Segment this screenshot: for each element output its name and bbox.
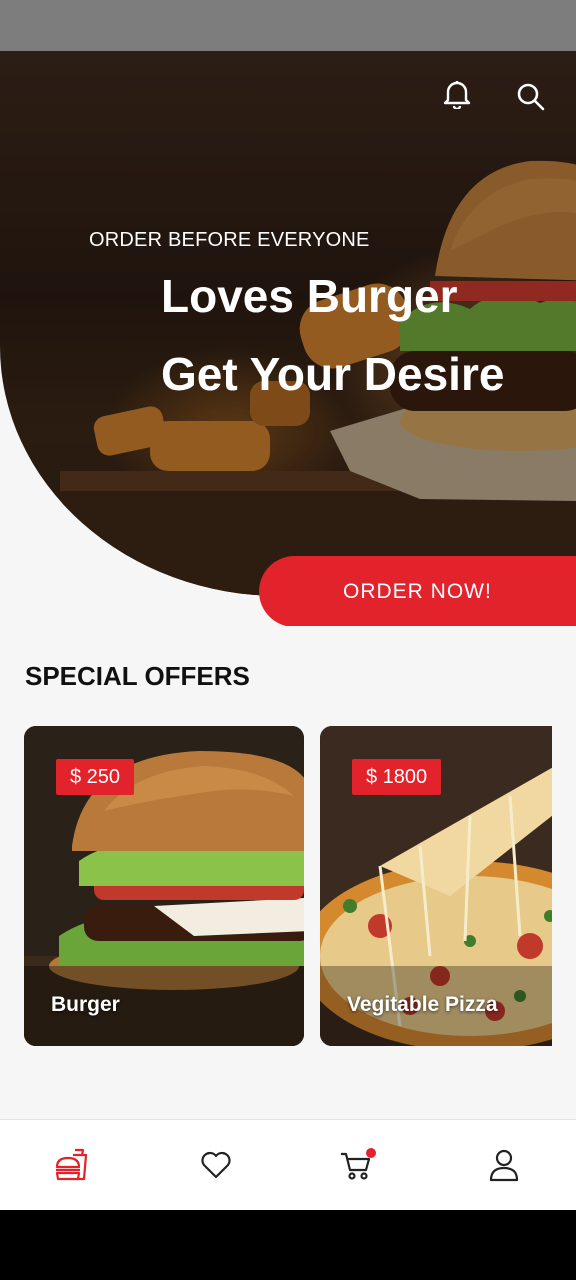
cart-badge (366, 1148, 376, 1158)
offer-card-burger[interactable]: $ 250 Burger (24, 726, 304, 1046)
hero-overlay (0, 51, 576, 596)
system-navigation-bar (0, 1210, 576, 1280)
order-now-button[interactable]: ORDER NOW! (259, 556, 576, 626)
price-badge: $ 1800 (352, 759, 442, 795)
search-icon[interactable] (511, 77, 551, 117)
hero-title-line1: Loves Burger (161, 270, 458, 322)
status-bar (0, 0, 576, 51)
hero-banner: ORDER BEFORE EVERYONE Loves Burger Get Y… (0, 51, 576, 626)
bottom-navigation (0, 1119, 576, 1210)
nav-profile-icon[interactable] (484, 1145, 524, 1185)
nav-cart-icon[interactable] (338, 1145, 378, 1185)
special-offers-title: SPECIAL OFFERS (25, 661, 250, 691)
nav-heart-icon[interactable] (196, 1145, 236, 1185)
hero-image (0, 51, 576, 596)
nav-food-icon[interactable] (51, 1145, 91, 1185)
hero-subtitle: ORDER BEFORE EVERYONE (89, 229, 370, 251)
special-offers-carousel[interactable]: $ 250 Burger $ 1800 Vegitable Pizza (24, 726, 552, 1048)
hero-title-line2: Get Your Desire (161, 348, 505, 400)
offer-name: Burger (51, 993, 120, 1016)
bell-icon[interactable] (437, 74, 477, 114)
offer-name: Vegitable Pizza (347, 993, 498, 1016)
price-badge: $ 250 (56, 759, 135, 795)
offer-card-pizza[interactable]: $ 1800 Vegitable Pizza (320, 726, 552, 1046)
